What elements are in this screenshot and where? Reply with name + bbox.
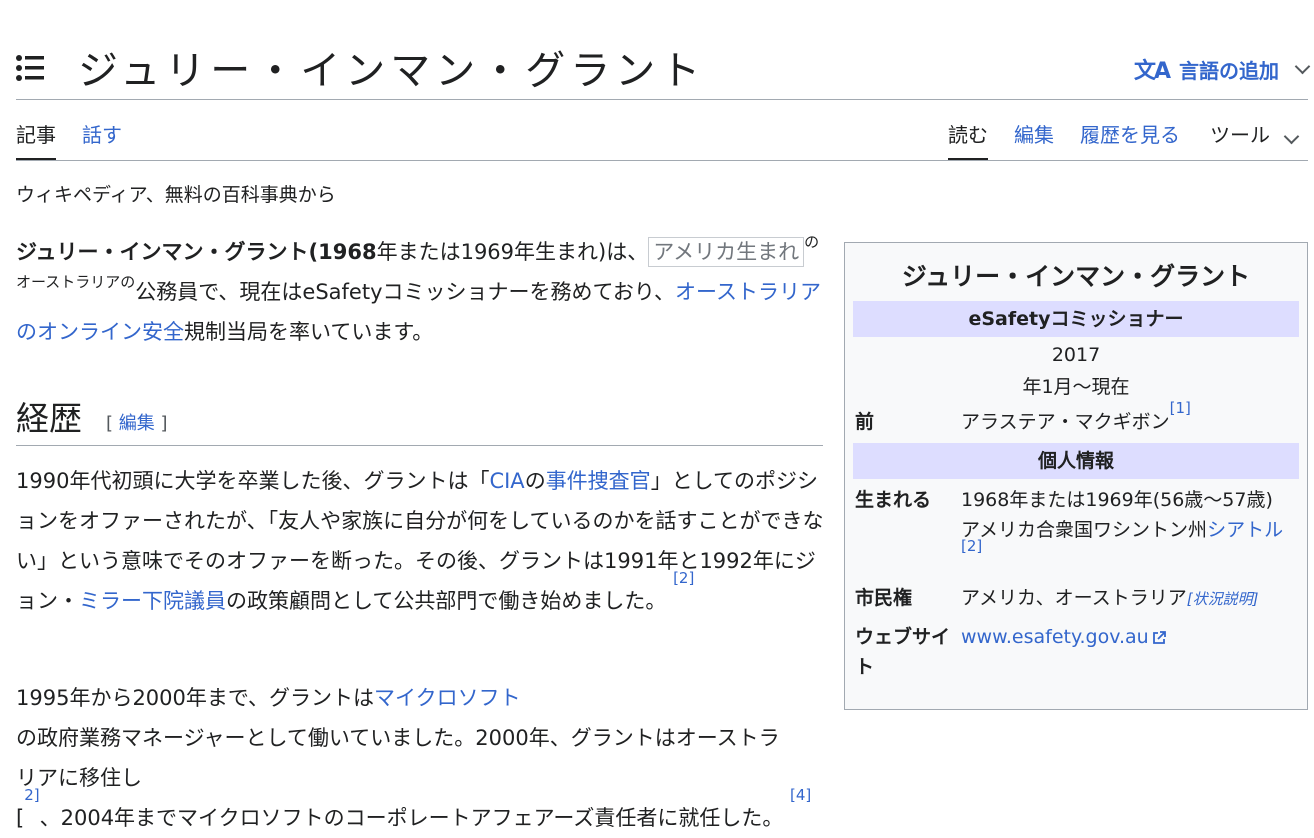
tab-article[interactable]: 記事 [16,119,56,161]
tab-tools-label: ツール [1210,123,1270,147]
section-divider [16,445,823,446]
citation-2[interactable]: [2] [673,569,694,587]
cia-link[interactable]: CIA [489,469,524,493]
section-heading-career: 経歴 [16,399,82,438]
website-link[interactable]: www.esafety.gov.au [961,626,1149,648]
preceded-label: 前 [855,411,875,433]
site-tagline: ウィキペディア、無料の百科事典から [16,184,336,206]
born-date: 1968年または1969年(56歳〜57歳) [961,489,1273,511]
infobox-preceded-row: 前 アラステア・マクギボン[1] [853,401,1299,441]
case-officer-link[interactable]: 事件捜査官 [546,469,651,493]
preceded-value: アラステア・マクギボン [961,411,1170,433]
p1-text-4: の政策顧問として公共部門で働き始めました。 [226,589,667,613]
infobox-website-row: ウェブサイト www.esafety.gov.au [853,618,1299,686]
intro-text-2: 公務員で、現在はeSafetyコミッショナーを務めており、 [135,280,676,304]
subject-name: ジュリー・インマン・グラント [16,240,309,264]
p2-text-1: 1995年から2000年まで、グラントは [16,686,375,710]
section-edit-link[interactable]: [ 編集 ] [106,409,168,435]
citation-1[interactable]: [1] [1170,399,1191,417]
section-edit-label[interactable]: 編集 [119,413,155,434]
infobox-born-row: 生まれる 1968年または1969年(56歳〜57歳) アメリカ合衆国ワシントン州… [853,481,1299,579]
website-label: ウェブサイト [855,626,951,678]
citizenship-label: 市民権 [855,587,913,609]
infobox: ジュリー・インマン・グラント eSafetyコミッショナー 2017 年1月〜現… [844,242,1308,710]
citizenship-value: アメリカ、オーストラリア [961,587,1187,609]
p1-text-1: 1990年代初頭に大学を卒業した後、グラントは「 [16,469,490,493]
translate-icon: 文A [1133,59,1171,84]
career-paragraph-1: 1990年代初頭に大学を卒業した後、グラントは「CIAの事件捜査官」としてのポジ… [16,461,826,621]
title-divider [16,99,1308,100]
career-paragraph-2: 1995年から2000年まで、グラントはマイクロソフトの政府業務マネージャーとし… [16,678,916,838]
add-language-label: 言語の追加 [1179,58,1279,83]
table-of-contents-icon[interactable] [16,55,44,81]
infobox-term-year: 2017 [1051,344,1101,366]
infobox-title: ジュリー・インマン・グラント [901,262,1251,291]
microsoft-link[interactable]: マイクロソフト [374,686,521,710]
p2-text-2: の政府業務マネージャーとして働いていました。2000年、グラントはオーストラリア… [16,726,780,790]
add-language-button[interactable]: 文A 言語の追加 [1133,53,1311,85]
born-label: 生まれる [855,489,932,511]
citation-2-infobox[interactable]: [2] [961,537,982,555]
p2-text-4: 、2004年までマイクロソフトのコーポレートアフェアーズ責任者に就任した。 [39,806,784,830]
intro-text-1: 年または1969年生まれ)は、 [376,240,649,264]
tab-read[interactable]: 読む [948,119,988,161]
american-born-box: アメリカ生まれ [648,237,805,267]
external-link-icon [1152,630,1166,644]
infobox-citizenship-row: 市民権 アメリカ、オーストラリア[状況説明] [853,579,1299,618]
infobox-personal-header: 個人情報 [853,443,1299,479]
tab-talk[interactable]: 話す [82,119,122,161]
infobox-office-header: eSafetyコミッショナー [853,301,1299,337]
tab-history[interactable]: 履歴を見る [1080,119,1180,161]
edit-bracket-open: [ [106,413,114,434]
intro-text-3: 規制当局を率いています。 [184,320,434,344]
tab-tools[interactable]: ツール [1210,119,1300,161]
p1-text-2: の [524,469,546,493]
tab-edit[interactable]: 編集 [1014,119,1054,161]
chevron-down-icon [1283,128,1300,145]
congressman-miller-link[interactable]: ミラー下院議員 [79,589,226,613]
edit-bracket-close: ] [160,413,168,434]
tabs-divider [16,160,1308,161]
citation-2b[interactable]: 2] [24,786,39,804]
clarification-needed-note[interactable]: [状況説明] [1187,590,1259,608]
birth-year-open: (1968 [308,240,377,264]
born-place: アメリカ合衆国ワシントン州 [961,519,1208,541]
seattle-link[interactable]: シアトル [1207,519,1283,541]
citation-4[interactable]: [4] [790,786,811,804]
page-title: ジュリー・インマン・グラント [78,48,706,94]
intro-paragraph: ジュリー・インマン・グラント(1968年または1969年生まれ)は、 アメリカ生ま… [16,232,826,352]
chevron-down-icon [1294,58,1311,74]
infobox-term-period: 年1月〜現在 [1022,376,1130,398]
p2-bracket: [ [16,806,25,830]
